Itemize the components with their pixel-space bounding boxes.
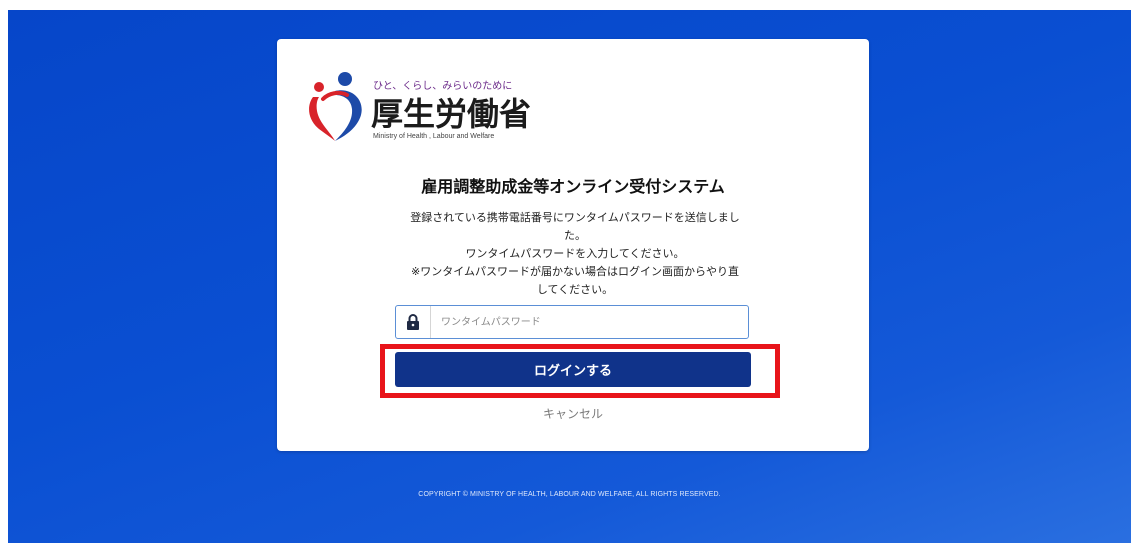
otp-input[interactable]	[431, 306, 748, 338]
ministry-logo: ひと、くらし、みらいのために 厚生労働省 Ministry of Health …	[305, 69, 535, 149]
otp-instructions: 登録されている携帯電話番号にワンタイムパスワードを送信しまし た。 ワンタイムパ…	[395, 209, 755, 299]
lock-icon	[407, 314, 419, 330]
lock-icon-box	[396, 306, 431, 338]
system-title: 雇用調整助成金等オンライン受付システム	[421, 177, 725, 196]
logo-english-name: Ministry of Health , Labour and Welfare	[373, 133, 495, 140]
cancel-link[interactable]: キャンセル	[277, 405, 869, 422]
login-card: ひと、くらし、みらいのために 厚生労働省 Ministry of Health …	[277, 39, 869, 451]
page-background: ひと、くらし、みらいのために 厚生労働省 Ministry of Health …	[8, 10, 1131, 543]
instruction-line: ワンタイムパスワードを入力してください。	[465, 247, 685, 260]
instruction-line: た。	[564, 229, 586, 242]
otp-field	[395, 305, 749, 339]
copyright-text: COPYRIGHT © MINISTRY OF HEALTH, LABOUR A…	[418, 491, 721, 498]
logo-ministry-name: 厚生労働省	[371, 95, 532, 133]
instruction-line: してください。	[536, 283, 614, 296]
login-button[interactable]: ログインする	[395, 352, 751, 387]
instruction-line: 登録されている携帯電話番号にワンタイムパスワードを送信しまし	[410, 211, 740, 224]
ministry-logo-mark-icon	[309, 72, 362, 141]
instruction-line: ※ワンタイムパスワードが届かない場合はログイン画面からやり直	[411, 265, 739, 278]
